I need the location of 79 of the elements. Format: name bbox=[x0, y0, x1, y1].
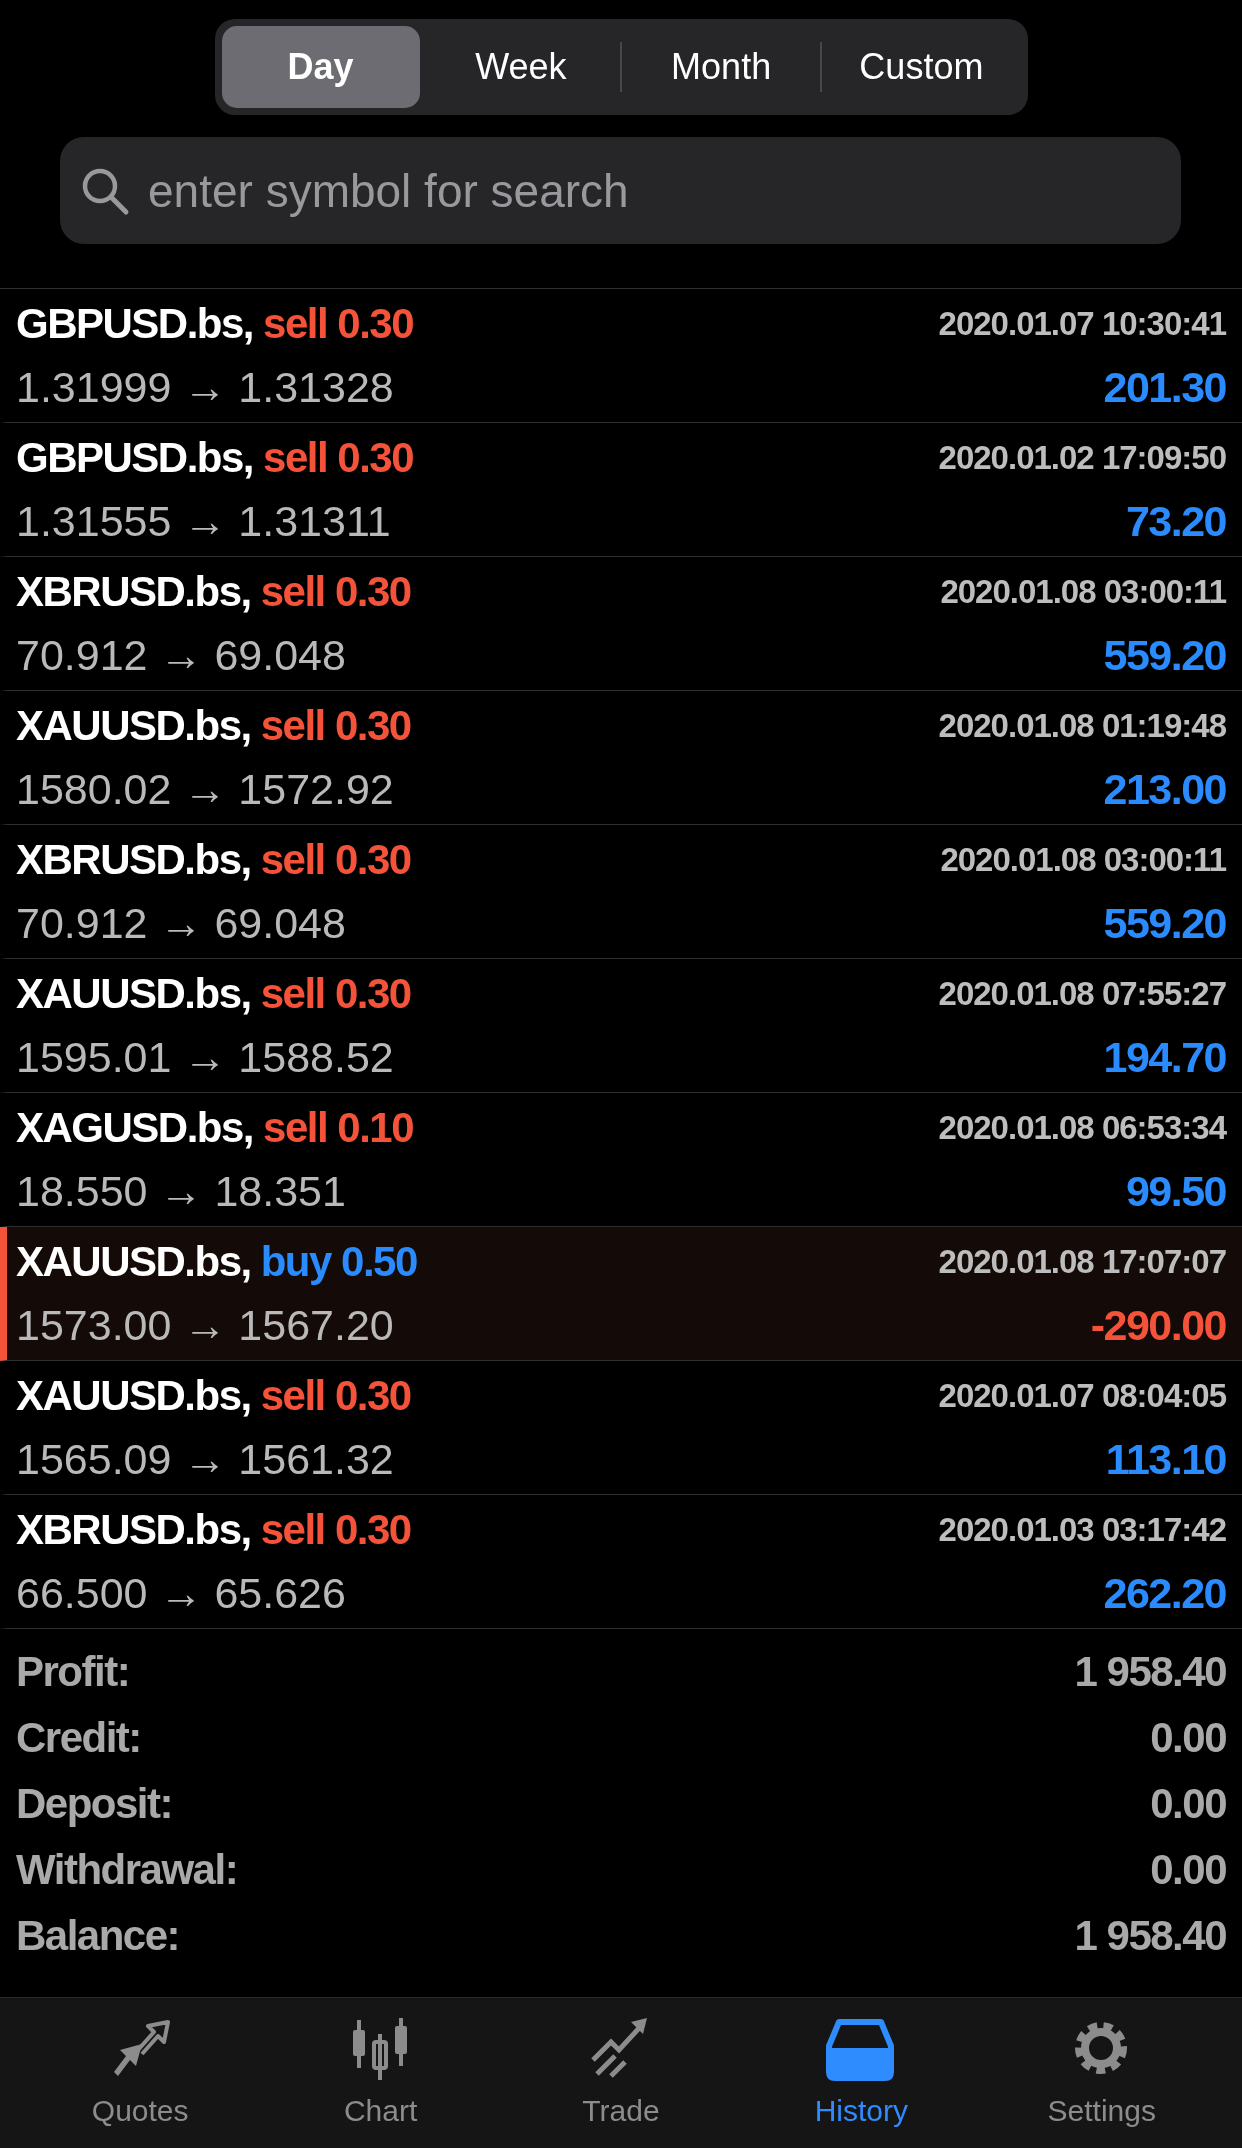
deal-type-text: buy 0.50 bbox=[260, 1237, 417, 1286]
price-text: 1573.00 → 1567.20 bbox=[16, 1301, 394, 1350]
deal-time: 2020.01.08 03:00:11 bbox=[940, 840, 1226, 879]
deal-time: 2020.01.08 07:55:27 bbox=[938, 974, 1226, 1013]
profit-value: 99.50 bbox=[1125, 1167, 1226, 1216]
deal-row[interactable]: XBRUSD.bs, sell 0.30 2020.01.03 03:17:42 66.500 → 65.626 262.20 bbox=[0, 1495, 1242, 1629]
deal-time: 2020.01.03 03:17:42 bbox=[938, 1510, 1226, 1549]
profit-value: 262.20 bbox=[1103, 1569, 1226, 1618]
tab-item[interactable]: Settings bbox=[1001, 1998, 1202, 2148]
symbol-text: GBPUSD.bs, bbox=[16, 433, 254, 482]
summary-label: Balance: bbox=[16, 1912, 180, 1960]
deal-row[interactable]: XBRUSD.bs, sell 0.30 2020.01.08 03:00:11 70.912 → 69.048 559.20 bbox=[0, 557, 1242, 691]
deal-time: 2020.01.08 03:00:11 bbox=[940, 572, 1226, 611]
tab-item[interactable]: Chart bbox=[280, 1998, 481, 2148]
summary-label: Deposit: bbox=[16, 1780, 172, 1828]
symbol-text: GBPUSD.bs, bbox=[16, 299, 254, 348]
summary-value: 0.00 bbox=[1150, 1846, 1226, 1894]
symbol-text: XAUUSD.bs, bbox=[16, 701, 251, 750]
profit-value: 559.20 bbox=[1103, 631, 1226, 680]
deal-time: 2020.01.08 06:53:34 bbox=[938, 1108, 1226, 1147]
summary-value: 1 958.40 bbox=[1074, 1912, 1226, 1960]
symbol-text: XAUUSD.bs, bbox=[16, 1371, 251, 1420]
symbol-text: XBRUSD.bs, bbox=[16, 1505, 251, 1554]
deal-row[interactable]: XAUUSD.bs, sell 0.30 2020.01.08 07:55:27 1595.01 → 1588.52 194.70 bbox=[0, 959, 1242, 1093]
period-tab[interactable]: Month bbox=[622, 26, 821, 108]
deal-time: 2020.01.07 08:04:05 bbox=[938, 1376, 1226, 1415]
deal-type-text: sell 0.30 bbox=[260, 1371, 411, 1420]
deal-time: 2020.01.08 17:07:07 bbox=[938, 1242, 1226, 1281]
profit-value: 194.70 bbox=[1103, 1033, 1226, 1082]
tab-item[interactable]: Quotes bbox=[40, 1998, 241, 2148]
price-text: 1.31999 → 1.31328 bbox=[16, 363, 394, 412]
price-text: 1580.02 → 1572.92 bbox=[16, 765, 394, 814]
deal-type-text: sell 0.30 bbox=[260, 701, 411, 750]
deal-row[interactable]: GBPUSD.bs, sell 0.30 2020.01.02 17:09:50 1.31555 → 1.31311 73.20 bbox=[0, 423, 1242, 557]
period-tab[interactable]: Day bbox=[221, 26, 420, 108]
deal-type-text: sell 0.30 bbox=[260, 1505, 411, 1554]
deal-type-text: sell 0.30 bbox=[263, 299, 413, 348]
deal-type-text: sell 0.30 bbox=[260, 567, 411, 616]
symbol-text: XAUUSD.bs, bbox=[16, 969, 251, 1018]
deal-row[interactable]: XAUUSD.bs, sell 0.30 2020.01.07 08:04:05 1565.09 → 1561.32 113.10 bbox=[0, 1361, 1242, 1495]
profit-value: 201.30 bbox=[1103, 363, 1226, 412]
deal-row[interactable]: XBRUSD.bs, sell 0.30 2020.01.08 03:00:11 70.912 → 69.048 559.20 bbox=[0, 825, 1242, 959]
summary-value: 0.00 bbox=[1150, 1714, 1226, 1762]
price-text: 18.550 → 18.351 bbox=[16, 1167, 346, 1216]
deal-type-text: sell 0.30 bbox=[263, 433, 413, 482]
symbol-text: XAGUSD.bs, bbox=[16, 1103, 254, 1152]
period-tab[interactable]: Custom bbox=[822, 26, 1021, 108]
search-field[interactable]: enter symbol for search bbox=[60, 137, 1181, 244]
price-text: 66.500 → 65.626 bbox=[16, 1569, 346, 1618]
summary-label: Credit: bbox=[16, 1714, 141, 1762]
search-icon bbox=[80, 166, 130, 216]
symbol-text: XAUUSD.bs, bbox=[16, 1237, 251, 1286]
tab-item[interactable]: History bbox=[761, 1998, 962, 2148]
profit-value: 113.10 bbox=[1105, 1435, 1226, 1484]
symbol-text: XBRUSD.bs, bbox=[16, 567, 251, 616]
price-text: 70.912 → 69.048 bbox=[16, 899, 346, 948]
profit-value: -290.00 bbox=[1090, 1301, 1226, 1350]
deal-time: 2020.01.02 17:09:50 bbox=[938, 438, 1226, 477]
deal-type-text: sell 0.30 bbox=[260, 969, 411, 1018]
price-text: 1.31555 → 1.31311 bbox=[16, 497, 391, 546]
tab-item[interactable]: Trade bbox=[520, 1998, 721, 2148]
deal-type-text: sell 0.30 bbox=[260, 835, 411, 884]
symbol-text: XBRUSD.bs, bbox=[16, 835, 251, 884]
deal-time: 2020.01.08 01:19:48 bbox=[938, 706, 1226, 745]
profit-value: 213.00 bbox=[1103, 765, 1226, 814]
profit-value: 559.20 bbox=[1103, 899, 1226, 948]
profit-value: 73.20 bbox=[1125, 497, 1226, 546]
deal-type-text: sell 0.10 bbox=[263, 1103, 413, 1152]
price-text: 1595.01 → 1588.52 bbox=[16, 1033, 394, 1082]
price-text: 70.912 → 69.048 bbox=[16, 631, 346, 680]
deal-row[interactable]: GBPUSD.bs, sell 0.30 2020.01.07 10:30:41 1.31999 → 1.31328 201.30 bbox=[0, 289, 1242, 423]
deal-time: 2020.01.07 10:30:41 bbox=[938, 304, 1226, 343]
period-tab[interactable]: Week bbox=[421, 26, 620, 108]
deal-row[interactable]: XAUUSD.bs, sell 0.30 2020.01.08 01:19:48 1580.02 → 1572.92 213.00 bbox=[0, 691, 1242, 825]
summary-value: 1 958.40 bbox=[1074, 1648, 1226, 1696]
summary-value: 0.00 bbox=[1150, 1780, 1226, 1828]
price-text: 1565.09 → 1561.32 bbox=[16, 1435, 394, 1484]
summary-label: Profit: bbox=[16, 1648, 130, 1696]
summary-label: Withdrawal: bbox=[16, 1846, 238, 1894]
